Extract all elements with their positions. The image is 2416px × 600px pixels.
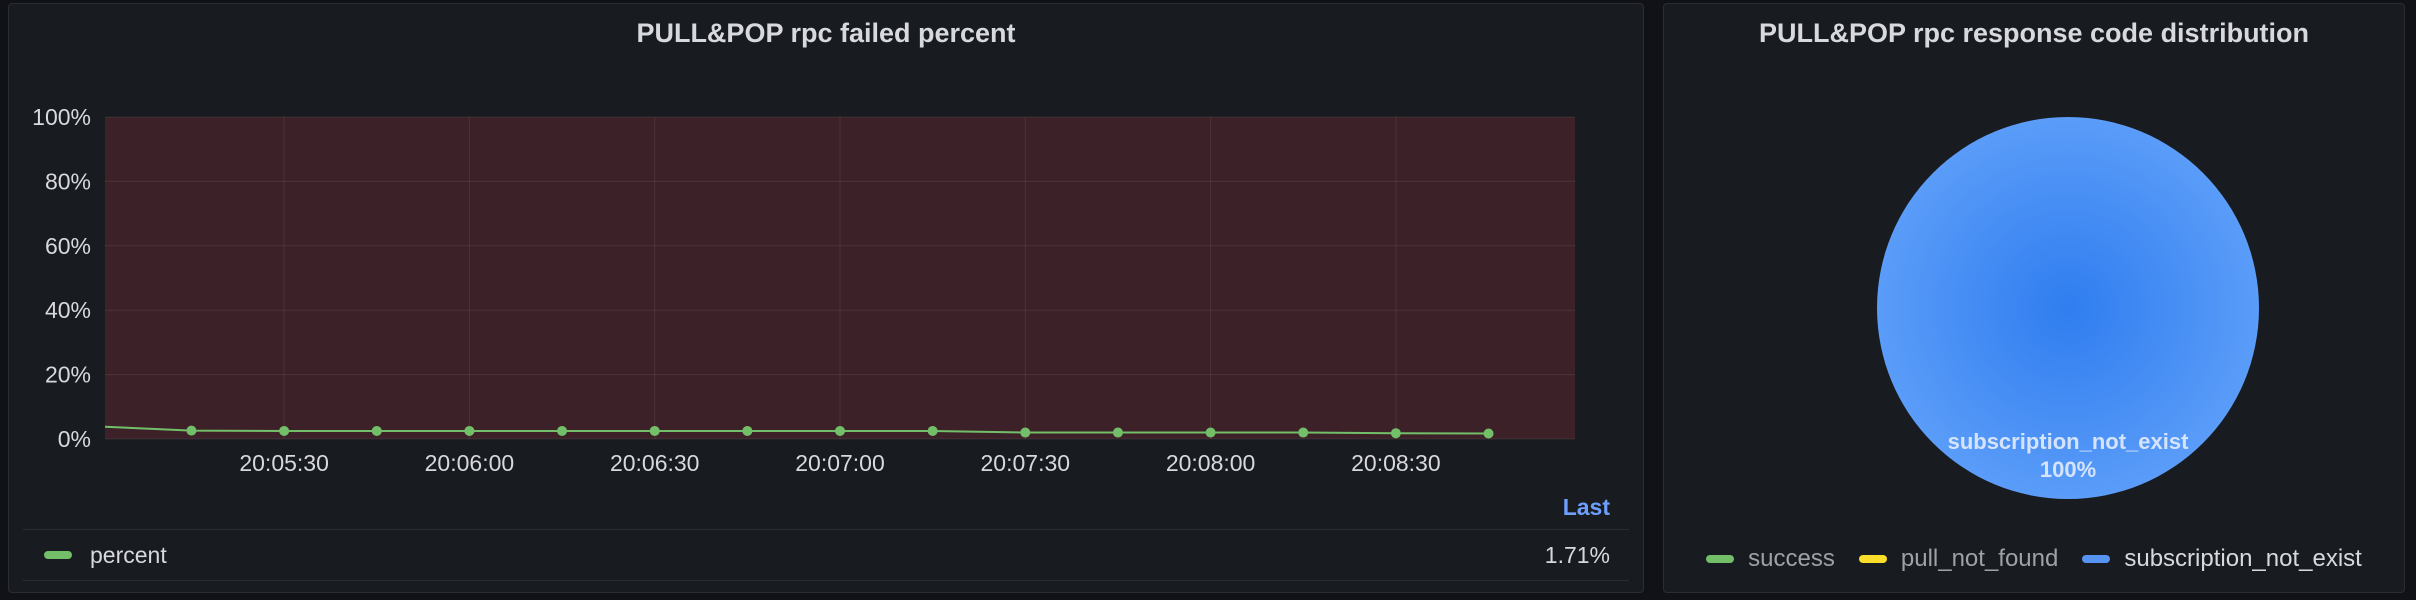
- x-tick-label: 20:07:00: [795, 450, 885, 476]
- data-point[interactable]: [557, 425, 568, 436]
- failed-percent-panel: PULL&POP rpc failed percent 100% 80% 60% 40…: [8, 3, 1644, 593]
- y-tick-label: 60%: [45, 233, 91, 259]
- legend-label: pull_not_found: [1900, 545, 2059, 572]
- x-tick-label: 20:07:30: [981, 450, 1071, 476]
- data-point[interactable]: [1483, 428, 1494, 439]
- y-tick-label: 80%: [45, 168, 91, 194]
- y-tick-label: 20%: [45, 362, 91, 388]
- data-point[interactable]: [186, 425, 197, 436]
- legend-color-swatch: [2082, 555, 2111, 563]
- legend-header-last[interactable]: Last: [1563, 494, 1610, 521]
- legend-row-percent[interactable]: percent 1.71%: [23, 529, 1629, 581]
- line-chart: 100% 80% 60% 40% 20% 0% 20:05:30 20:06:00 20:06:…: [32, 104, 1575, 476]
- response-code-panel: PULL&POP rpc response code distribution …: [1663, 3, 2405, 593]
- pie-legend: success pull_not_found subscription_not_ex…: [1664, 545, 2404, 573]
- legend-color-swatch: [1858, 555, 1887, 563]
- pie-slice-percent: 100%: [2040, 457, 2096, 482]
- legend-series-name: percent: [90, 541, 167, 568]
- data-point[interactable]: [1020, 427, 1031, 438]
- data-point[interactable]: [835, 425, 845, 436]
- data-point[interactable]: [927, 425, 938, 436]
- x-tick-label: 20:08:00: [1166, 450, 1256, 476]
- pie-chart: subscription_not_exist 100%: [1877, 117, 2259, 499]
- pie-legend-item-pull_not_found[interactable]: pull_not_found: [1858, 545, 2059, 573]
- series-color-swatch: [44, 551, 72, 559]
- data-point[interactable]: [1298, 427, 1309, 438]
- legend-color-swatch: [1706, 555, 1735, 563]
- y-tick-label: 100%: [32, 104, 91, 130]
- pie-legend-item-success[interactable]: success: [1706, 545, 1835, 573]
- data-point[interactable]: [371, 425, 382, 436]
- y-tick-label: 0%: [58, 426, 91, 452]
- legend-label: subscription_not_exist: [2124, 545, 2362, 572]
- data-point[interactable]: [1112, 427, 1123, 438]
- data-point[interactable]: [1390, 428, 1401, 439]
- data-point[interactable]: [464, 425, 475, 436]
- data-point[interactable]: [279, 425, 290, 436]
- pie-slice-label: subscription_not_exist: [1948, 429, 2190, 454]
- data-point[interactable]: [742, 425, 753, 436]
- legend-label: success: [1748, 545, 1835, 572]
- data-point[interactable]: [649, 425, 660, 436]
- pie-legend-item-subscription_not_exist[interactable]: subscription_not_exist: [2082, 545, 2362, 573]
- x-tick-label: 20:06:30: [610, 450, 700, 476]
- y-tick-label: 40%: [45, 297, 91, 323]
- x-tick-label: 20:08:30: [1351, 450, 1441, 476]
- data-point[interactable]: [1205, 427, 1216, 438]
- x-tick-label: 20:05:30: [239, 450, 329, 476]
- legend-last-value: 1.71%: [1544, 541, 1610, 568]
- x-tick-label: 20:06:00: [425, 450, 515, 476]
